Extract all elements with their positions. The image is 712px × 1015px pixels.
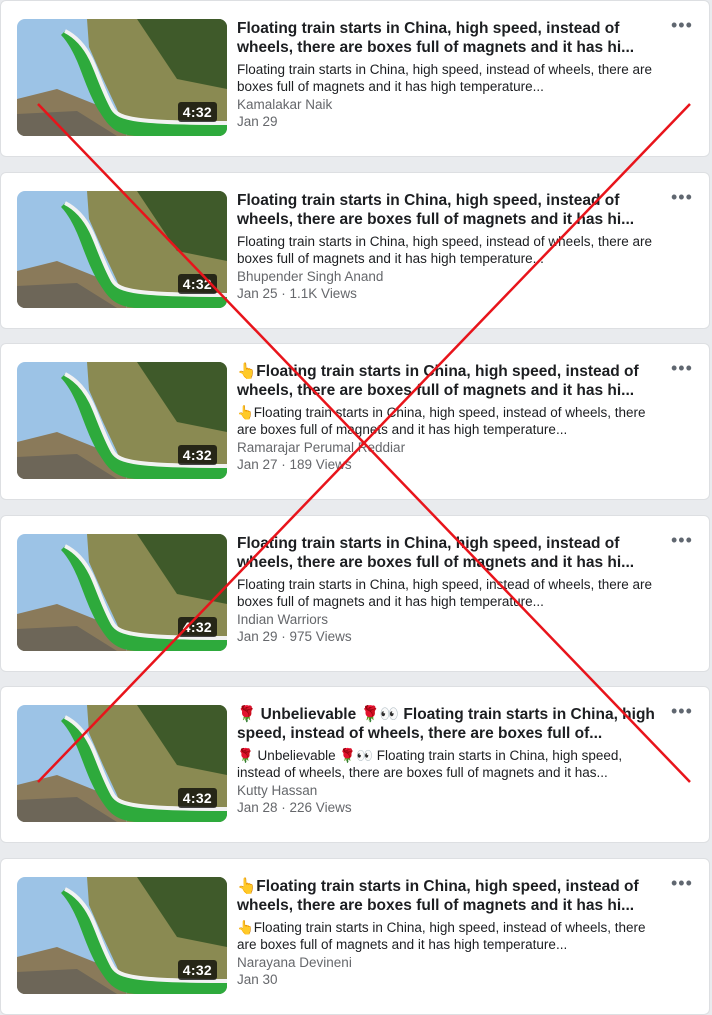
video-meta: Jan 30 (237, 972, 278, 987)
video-duration-badge: 4:32 (177, 274, 217, 294)
video-description: Floating train starts in China, high spe… (237, 62, 652, 94)
video-text: Floating train starts in China, high spe… (237, 191, 663, 302)
video-title[interactable]: 👆Floating train starts in China, high sp… (237, 362, 663, 400)
video-title[interactable]: Floating train starts in China, high spe… (237, 534, 663, 572)
video-title[interactable]: Floating train starts in China, high spe… (237, 19, 663, 57)
video-author[interactable]: Ramarajar Perumal Reddiar (237, 439, 663, 456)
video-description: Floating train starts in China, high spe… (237, 234, 652, 266)
video-duration-badge: 4:32 (177, 102, 217, 122)
video-author[interactable]: Indian Warriors (237, 611, 663, 628)
video-card[interactable]: 4:32 Floating train starts in China, hig… (0, 172, 710, 329)
video-duration-badge: 4:32 (177, 617, 217, 637)
video-meta: Jan 29 (237, 114, 278, 129)
video-card[interactable]: 4:32 👆Floating train starts in China, hi… (0, 343, 710, 500)
video-meta: Jan 25 · 1.1K Views (237, 286, 357, 301)
more-options-icon[interactable]: ••• (671, 188, 692, 206)
video-feed: 4:32 Floating train starts in China, hig… (0, 0, 712, 1015)
video-title[interactable]: Floating train starts in China, high spe… (237, 191, 663, 229)
more-options-icon[interactable]: ••• (671, 531, 692, 549)
video-duration-badge: 4:32 (177, 788, 217, 808)
video-card[interactable]: 4:32 👆Floating train starts in China, hi… (0, 858, 710, 1015)
video-card[interactable]: 4:32 🌹 Unbelievable 🌹👀 Floating train st… (0, 686, 710, 843)
video-meta: Jan 27 · 189 Views (237, 457, 352, 472)
video-author[interactable]: Kamalakar Naik (237, 96, 663, 113)
video-author[interactable]: Narayana Devineni (237, 954, 663, 971)
video-description: 👆Floating train starts in China, high sp… (237, 405, 646, 437)
video-thumbnail[interactable]: 4:32 (17, 19, 227, 136)
video-text: Floating train starts in China, high spe… (237, 19, 663, 130)
video-text: 🌹 Unbelievable 🌹👀 Floating train starts … (237, 705, 663, 816)
video-meta: Jan 29 · 975 Views (237, 629, 352, 644)
video-thumbnail[interactable]: 4:32 (17, 534, 227, 651)
more-options-icon[interactable]: ••• (671, 874, 692, 892)
video-title[interactable]: 👆Floating train starts in China, high sp… (237, 877, 663, 915)
video-card[interactable]: 4:32 Floating train starts in China, hig… (0, 515, 710, 672)
video-title[interactable]: 🌹 Unbelievable 🌹👀 Floating train starts … (237, 705, 663, 743)
video-duration-badge: 4:32 (177, 960, 217, 980)
video-description: 👆Floating train starts in China, high sp… (237, 920, 646, 952)
video-description: 🌹 Unbelievable 🌹👀 Floating train starts … (237, 748, 623, 780)
video-description: Floating train starts in China, high spe… (237, 577, 652, 609)
video-meta: Jan 28 · 226 Views (237, 800, 352, 815)
more-options-icon[interactable]: ••• (671, 359, 692, 377)
video-author[interactable]: Bhupender Singh Anand (237, 268, 663, 285)
video-thumbnail[interactable]: 4:32 (17, 362, 227, 479)
video-thumbnail[interactable]: 4:32 (17, 877, 227, 994)
video-thumbnail[interactable]: 4:32 (17, 705, 227, 822)
video-card[interactable]: 4:32 Floating train starts in China, hig… (0, 0, 710, 157)
more-options-icon[interactable]: ••• (671, 702, 692, 720)
video-duration-badge: 4:32 (177, 445, 217, 465)
video-text: 👆Floating train starts in China, high sp… (237, 362, 663, 473)
more-options-icon[interactable]: ••• (671, 16, 692, 34)
video-thumbnail[interactable]: 4:32 (17, 191, 227, 308)
video-text: 👆Floating train starts in China, high sp… (237, 877, 663, 988)
video-author[interactable]: Kutty Hassan (237, 782, 663, 799)
video-text: Floating train starts in China, high spe… (237, 534, 663, 645)
